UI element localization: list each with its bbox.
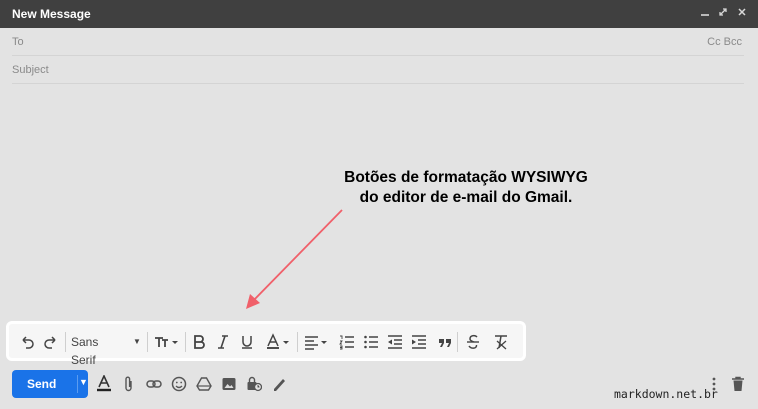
more-options-icon[interactable] [708,375,720,393]
indent-less-icon[interactable] [387,333,403,351]
to-field[interactable]: To Cc Bcc [0,28,758,56]
send-button[interactable]: Send ▼ [12,370,88,398]
compose-titlebar: New Message [0,0,758,28]
annotation-text: Botões de formatação WYSIWYG do editor d… [316,168,616,208]
to-label: To [12,36,24,48]
toolbar-separator [457,332,458,352]
subject-field[interactable]: Subject [0,56,758,84]
delete-icon[interactable] [730,375,746,393]
window-title: New Message [12,7,91,21]
redo-icon[interactable] [43,333,59,351]
signature-icon[interactable] [271,375,287,393]
schedule-send-dropdown-icon[interactable]: ▼ [79,377,88,387]
toolbar-separator [65,332,66,352]
toolbar-separator [147,332,148,352]
quote-icon[interactable] [437,333,453,351]
strikethrough-icon[interactable] [465,333,481,351]
cc-bcc-link[interactable]: Cc Bcc [707,36,742,48]
font-family-select[interactable]: Sans Serif [71,333,125,367]
annotation-line-2: do editor de e-mail do Gmail. [359,189,573,206]
toolbar-separator [185,332,186,352]
formatting-options-icon[interactable] [96,374,112,393]
align-icon[interactable] [303,333,331,351]
indent-more-icon[interactable] [411,333,427,351]
numbered-list-icon[interactable] [339,333,355,351]
text-size-icon[interactable] [153,333,181,351]
send-divider [77,375,78,393]
undo-icon[interactable] [19,333,35,351]
formatting-toolbar: Sans Serif ▼ [8,323,524,367]
toolbar-separator [297,332,298,352]
emoji-icon[interactable] [171,375,187,393]
bold-icon[interactable] [191,333,207,351]
attach-icon[interactable] [121,375,137,393]
bulleted-list-icon[interactable] [363,333,379,351]
remove-formatting-icon[interactable] [493,333,509,351]
text-color-icon[interactable] [265,333,293,351]
send-label: Send [27,377,57,391]
close-icon[interactable] [735,6,749,21]
watermark-text: markdown.net.br [614,387,718,401]
subject-label: Subject [12,64,49,76]
confidential-icon[interactable] [246,375,263,393]
underline-icon[interactable] [239,333,255,351]
photo-icon[interactable] [221,375,237,393]
minimize-icon[interactable] [698,6,712,21]
drive-icon[interactable] [196,375,212,393]
expand-icon[interactable] [716,6,730,21]
annotation-arrow [246,209,343,309]
italic-icon[interactable] [215,333,231,351]
link-icon[interactable] [146,375,162,393]
annotation-line-1: Botões de formatação WYSIWYG [344,169,588,186]
chevron-down-icon[interactable]: ▼ [133,333,141,351]
